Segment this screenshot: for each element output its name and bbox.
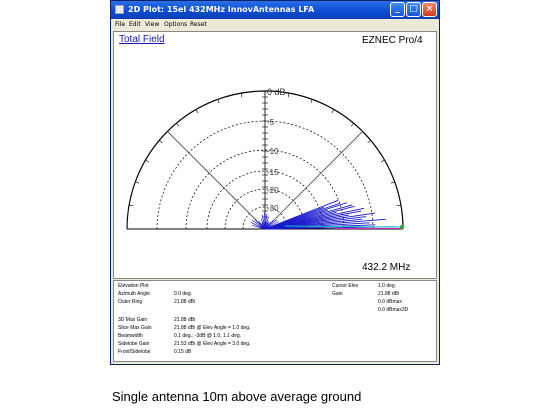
- ring-tick: [287, 93, 290, 98]
- ring-tick: [310, 99, 313, 104]
- menu-view[interactable]: View: [145, 21, 159, 28]
- polar-elevation-plot: 0 dB -5 -10 -15 -20 -30: [126, 87, 405, 230]
- info-value-beamwidth: 0.1 deg.; -3dB @ 1.0, 1.1 deg.: [174, 333, 242, 339]
- menu-bar: File Edit View Options Reset: [111, 19, 439, 30]
- info-value-slice-max-gain: 21.88 dBi @ Elev Angle = 1.0 deg.: [174, 325, 251, 331]
- window-title: 2D Plot: 15el 432MHz InnovAntennas LFA: [128, 5, 315, 14]
- minimize-icon[interactable]: _: [390, 2, 405, 17]
- info-value-cursor-elev: 1.0 deg.: [378, 283, 397, 289]
- info-value-3d-max-gain: 21.88 dBi: [174, 317, 196, 323]
- info-label-front-sidelobe: Front/Sidelobe: [118, 349, 151, 355]
- window-app-icon[interactable]: [115, 5, 124, 14]
- ring-tick: [350, 123, 354, 127]
- plot-area[interactable]: Total Field EZNEC Pro/4 432.2 MHz 0 dB -5…: [113, 31, 437, 279]
- ring-tick: [390, 181, 395, 184]
- grid-spoke-135: [167, 131, 266, 230]
- ring-tick: [176, 123, 180, 127]
- info-value-dbmax: 0.0 dBmax: [378, 299, 402, 305]
- info-value-sidelobe-gain: 21.53 dBi @ Elev Angle = 3.0 deg.: [174, 341, 251, 347]
- info-label-sidelobe-gain: Sidelobe Gain: [118, 341, 150, 347]
- cursor-marker: [399, 224, 405, 230]
- ring-label-1: -5: [267, 118, 275, 127]
- ring-tick: [195, 109, 199, 114]
- info-label-elevation-plot: Elevation Plot: [118, 283, 149, 289]
- ring-tick: [217, 99, 220, 104]
- ring-tick: [396, 204, 401, 207]
- info-value-azimuth: 0.0 deg.: [174, 291, 193, 297]
- ring-label-4: -20: [267, 186, 279, 195]
- ring-tick: [135, 181, 140, 184]
- menu-options[interactable]: Options: [164, 21, 187, 28]
- close-icon[interactable]: ×: [422, 2, 437, 17]
- plot-window: 2D Plot: 15el 432MHz InnovAntennas LFA _…: [110, 0, 440, 365]
- info-label-gain: Gain: [332, 291, 343, 297]
- maximize-icon[interactable]: □: [406, 2, 421, 17]
- info-panel: Elevation Plot Azimuth Angle 0.0 deg. Ou…: [113, 280, 437, 362]
- ring-label-5: -30: [267, 204, 279, 213]
- ring-tick: [367, 140, 371, 144]
- ring-label-3: -15: [267, 168, 279, 177]
- menu-file[interactable]: File: [115, 21, 125, 28]
- ring-tick: [240, 93, 243, 98]
- info-value-gain: 21.88 dBi: [378, 291, 400, 297]
- ring-tick: [331, 109, 335, 114]
- info-label-outer-ring: Outer Ring: [118, 299, 143, 305]
- info-label-3d-max-gain: 3D Max Gain: [118, 317, 148, 323]
- info-label-slice-max-gain: Slice Max Gain: [118, 325, 152, 331]
- ring-tick: [159, 140, 163, 144]
- ring-tick: [380, 159, 385, 163]
- info-value-dbmax3d: 0.0 dBmax3D: [378, 307, 409, 313]
- info-label-cursor-elev: Cursor Elev: [332, 283, 359, 289]
- menu-reset[interactable]: Reset: [190, 21, 207, 28]
- ring-label-2: -10: [267, 147, 279, 156]
- info-value-outer-ring: 21.88 dBi: [174, 299, 196, 305]
- info-label-azimuth: Azimuth Angle: [118, 291, 150, 297]
- ring-label-0: 0 dB: [267, 87, 286, 97]
- info-label-beamwidth: Beamwidth: [118, 333, 143, 339]
- slide-caption: Single antenna 10m above average ground: [112, 389, 362, 404]
- info-value-front-sidelobe: 0.15 dB: [174, 349, 192, 355]
- title-bar[interactable]: 2D Plot: 15el 432MHz InnovAntennas LFA _…: [111, 1, 439, 19]
- menu-edit[interactable]: Edit: [129, 21, 141, 28]
- ring-tick: [129, 204, 134, 207]
- ring-tick: [145, 159, 150, 163]
